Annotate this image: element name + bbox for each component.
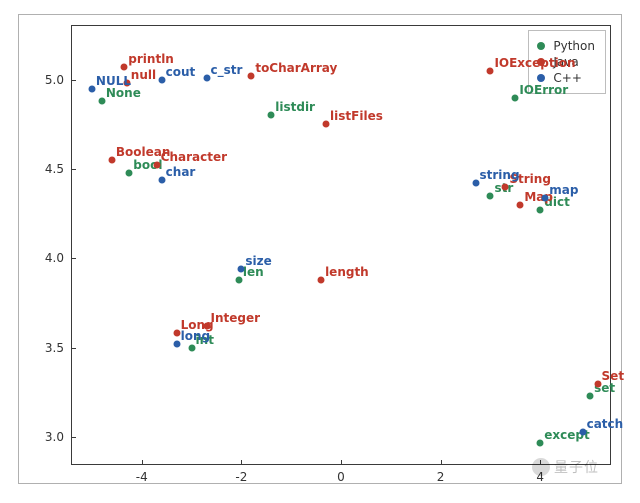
point-label: toCharArray <box>255 62 337 74</box>
ytick <box>71 348 76 349</box>
point-label: long <box>181 330 211 342</box>
scatter-point <box>594 380 601 387</box>
scatter-point <box>158 76 165 83</box>
point-label: None <box>106 87 141 99</box>
point-label: Character <box>161 151 227 163</box>
scatter-point <box>121 64 128 71</box>
scatter-point <box>98 98 105 105</box>
ytick-label: 4.5 <box>45 162 64 176</box>
ytick-label: 3.5 <box>45 341 64 355</box>
scatter-point <box>587 393 594 400</box>
point-label: cout <box>166 66 196 78</box>
scatter-point <box>323 121 330 128</box>
scatter-point <box>88 85 95 92</box>
scatter-point <box>542 194 549 201</box>
scatter-point <box>487 192 494 199</box>
point-label: map <box>549 184 578 196</box>
point-label: IOError <box>519 84 568 96</box>
xtick-label: -2 <box>235 470 247 484</box>
xtick <box>142 460 143 465</box>
scatter-point <box>512 94 519 101</box>
scatter-point <box>268 112 275 119</box>
xtick <box>341 460 342 465</box>
scatter-point <box>487 67 494 74</box>
scatter-point <box>579 428 586 435</box>
point-label: size <box>245 255 271 267</box>
scatter-point <box>502 183 509 190</box>
scatter-point <box>517 201 524 208</box>
point-label: println <box>128 53 174 65</box>
xtick-label: 0 <box>337 470 345 484</box>
point-label: catch <box>587 418 624 430</box>
scatter-point <box>188 344 195 351</box>
ytick <box>71 258 76 259</box>
point-label: listFiles <box>330 110 383 122</box>
point-label: null <box>131 69 156 81</box>
point-label: NULL <box>96 75 131 87</box>
circle-icon <box>537 42 545 50</box>
scatter-point <box>173 341 180 348</box>
point-label: string <box>480 169 520 181</box>
point-label: char <box>166 166 196 178</box>
ytick-label: 3.0 <box>45 430 64 444</box>
xtick <box>441 460 442 465</box>
circle-icon <box>537 74 545 82</box>
point-label: Integer <box>211 312 261 324</box>
scatter-point <box>173 330 180 337</box>
ytick-label: 4.0 <box>45 251 64 265</box>
ytick <box>71 80 76 81</box>
ytick <box>71 169 76 170</box>
scatter-point <box>318 276 325 283</box>
logo-icon <box>532 458 550 476</box>
watermark-text: 量子位 <box>554 457 599 477</box>
scatter-point <box>238 266 245 273</box>
scatter-point <box>203 74 210 81</box>
xtick-label: -4 <box>136 470 148 484</box>
scatter-point <box>158 176 165 183</box>
scatter-point <box>537 439 544 446</box>
point-label: listdir <box>275 101 315 113</box>
scatter-point <box>472 180 479 187</box>
legend-item-python: Python <box>537 39 595 53</box>
xtick <box>241 460 242 465</box>
figure-frame: Python Java C++ -4-20243.03.54.04.55.0No… <box>18 14 622 484</box>
point-label: length <box>325 266 369 278</box>
watermark: 量子位 <box>532 457 599 477</box>
scatter-point <box>248 73 255 80</box>
xtick-label: 2 <box>437 470 445 484</box>
legend-label: Python <box>553 39 595 53</box>
point-label: Set <box>602 370 625 382</box>
point-label: IOException <box>494 57 575 69</box>
point-label: c_str <box>211 64 243 76</box>
scatter-point <box>537 207 544 214</box>
plot-axes: Python Java C++ -4-20243.03.54.04.55.0No… <box>71 25 611 465</box>
scatter-point <box>153 162 160 169</box>
scatter-point <box>235 276 242 283</box>
scatter-point <box>108 157 115 164</box>
scatter-point <box>126 169 133 176</box>
ytick <box>71 437 76 438</box>
ytick-label: 5.0 <box>45 73 64 87</box>
